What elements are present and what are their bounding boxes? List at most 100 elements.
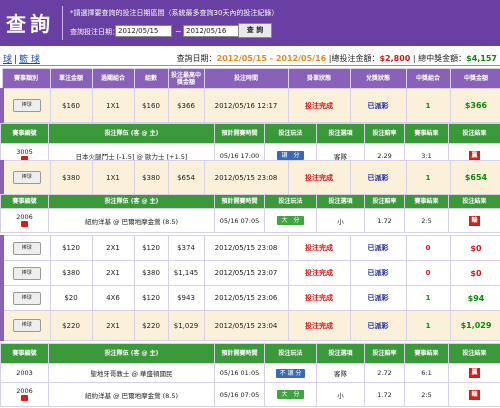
baseball-return-button[interactable]: 棒球	[12, 171, 41, 184]
odds: 1.72	[364, 382, 405, 407]
prize-status: 已派彩	[349, 235, 407, 261]
detail-col-header: 賽事編號	[0, 194, 49, 209]
header-divider	[62, 6, 63, 40]
detail-col-header: 投注選項	[316, 194, 365, 209]
main-header-row: 賽事類別 單注金額 過關組合 組數 投注最高中獎金額 投注時間 掛單狀態 兌獎狀…	[1, 68, 500, 89]
baseball-return-button[interactable]: 棒球	[12, 319, 41, 332]
combo: 1X1	[91, 160, 135, 195]
prize-status: 已派彩	[349, 310, 407, 341]
outcome-badge: 贏	[469, 150, 480, 161]
total-bet-value: $2,800	[379, 54, 411, 63]
unit-amount: $20	[49, 285, 93, 311]
unit-amount: $380	[49, 260, 93, 286]
prize-status: 已派彩	[349, 260, 407, 286]
col-header: 中獎金額	[449, 68, 500, 89]
col-header: 中獎組合	[405, 68, 451, 89]
max-prize: $1,145	[167, 260, 205, 286]
detail-col-header: 賽事結果	[404, 123, 449, 144]
category-cell: 棒球	[0, 310, 51, 341]
game-id-cell: 2006	[0, 208, 49, 233]
detail-col-header: 投注結果	[448, 194, 500, 209]
detail-col-header: 投注隊伍 (客 @ 主)	[48, 343, 215, 364]
bet-row[interactable]: 棒球 $20 4X6 $120 $943 2012/05/15 23:06 投注…	[0, 285, 500, 311]
detail-col-header: 投注隊伍 (客 @ 主)	[48, 123, 215, 144]
detail-col-header: 投注玩法	[264, 123, 317, 144]
col-header: 掛單狀態	[287, 68, 351, 89]
game-id-cell: 2006	[0, 382, 49, 407]
query-button[interactable]: 查 詢	[238, 23, 272, 38]
max-prize: $374	[167, 235, 205, 261]
col-header: 投注最高中獎金額	[167, 68, 205, 89]
play-type: 大 分	[277, 216, 304, 225]
start-time: 05/16 01:05	[214, 363, 265, 383]
detail-col-header: 投注隊伍 (客 @ 主)	[48, 194, 215, 209]
bet-status: 投注完成	[287, 310, 351, 341]
bet-time: 2012/05/16 12:17	[203, 88, 289, 123]
groups: $120	[133, 285, 169, 311]
groups: $380	[133, 260, 169, 286]
date-to-input[interactable]	[183, 25, 240, 37]
combo: 4X6	[91, 285, 135, 311]
detail-col-header: 賽事編號	[0, 123, 49, 144]
bet-status: 投注完成	[287, 235, 351, 261]
option: 小	[316, 382, 365, 407]
play-type: 讓 分	[277, 151, 304, 160]
detail-col-header: 投注選項	[316, 123, 365, 144]
col-header: 組數	[133, 68, 169, 89]
odds: 1.72	[364, 208, 405, 233]
detail-row: 2006 紐約洋基 @ 巴爾地摩金鶯 (8.5) 05/16 07:05 大 分…	[0, 208, 500, 233]
groups: $220	[133, 310, 169, 341]
teams: 聖地牙哥教士 @ 華盛頓國民	[48, 363, 215, 383]
bet-row[interactable]: 棒球 $380 1X1 $380 $654 2012/05/15 23:08 投…	[0, 160, 500, 195]
bet-time: 2012/05/15 23:07	[203, 260, 289, 286]
category-cell: 棒球	[0, 88, 51, 123]
baseball-return-button[interactable]: 棒球	[12, 99, 41, 112]
combo: 2X1	[91, 260, 135, 286]
detail-col-header: 賽事結果	[404, 343, 449, 364]
groups: $160	[133, 88, 169, 123]
prize-status: 已派彩	[349, 88, 407, 123]
col-header: 投注時間	[203, 68, 289, 89]
detail-header-row: 賽事編號 投注隊伍 (客 @ 主) 預計開賽時間 投注玩法 投注選項 投注賠率 …	[0, 343, 500, 364]
outcome-cell: 輸	[448, 208, 500, 233]
detail-table-3: 賽事編號 投注隊伍 (客 @ 主) 預計開賽時間 投注玩法 投注選項 投注賠率 …	[0, 343, 500, 407]
win-count: 1	[405, 160, 451, 195]
bet-table-3: 棒球 $120 2X1 $120 $374 2012/05/15 23:08 投…	[0, 235, 500, 341]
bet-status: 投注完成	[287, 160, 351, 195]
max-prize: $654	[167, 160, 205, 195]
date-label: 查詢投注日期：	[70, 28, 119, 36]
result: 2:5	[404, 208, 449, 233]
live-icon	[21, 394, 28, 401]
baseball-return-button[interactable]: 棒球	[12, 291, 41, 305]
date-tilde: ~	[175, 27, 182, 36]
baseball-return-button[interactable]: 棒球	[12, 241, 41, 255]
play-type: 不 讓 分	[275, 368, 306, 378]
unit-amount: $160	[49, 88, 93, 123]
outcome-badge: 輸	[469, 215, 480, 226]
detail-col-header: 賽事結果	[404, 194, 449, 209]
groups: $380	[133, 160, 169, 195]
bet-row[interactable]: 棒球 $160 1X1 $160 $366 2012/05/16 12:17 投…	[0, 88, 500, 123]
bet-row[interactable]: 棒球 $380 2X1 $380 $1,145 2012/05/15 23:07…	[0, 260, 500, 286]
baseball-return-button[interactable]: 棒球	[12, 266, 41, 280]
tab-ball[interactable]: 球	[3, 55, 12, 65]
summary-bar: 球 | 籃 球 查詢日期：2012/05/15 - 2012/05/16 |總投注金…	[0, 49, 500, 66]
detail-col-header: 投注結果	[448, 123, 500, 144]
bet-row[interactable]: 棒球 $220 2X1 $220 $1,029 2012/05/15 23:04…	[0, 310, 500, 341]
play-type: 大 分	[277, 390, 304, 399]
outcome-badge: 輸	[469, 389, 480, 400]
detail-row: 2003 聖地牙哥教士 @ 華盛頓國民 05/16 01:05 不 讓 分 客隊…	[0, 363, 500, 383]
bet-time: 2012/05/15 23:04	[203, 310, 289, 341]
detail-header-row: 賽事編號 投注隊伍 (客 @ 主) 預計開賽時間 投注玩法 投注選項 投注賠率 …	[0, 123, 500, 144]
win-amount: $366	[449, 88, 500, 123]
start-time: 05/16 07:05	[214, 208, 265, 233]
detail-col-header: 投注玩法	[264, 194, 317, 209]
tab-basketball[interactable]: 籃 球	[19, 55, 40, 65]
teams: 紐約洋基 @ 巴爾地摩金鶯 (8.5)	[48, 382, 215, 407]
date-from-input[interactable]	[115, 25, 172, 37]
bet-row[interactable]: 棒球 $120 2X1 $120 $374 2012/05/15 23:08 投…	[0, 235, 500, 261]
win-amount: $654	[449, 160, 500, 195]
range-value: 2012/05/15 - 2012/05/16	[216, 54, 327, 63]
win-amount: $1,029	[449, 310, 500, 341]
win-count: 0	[405, 260, 451, 286]
